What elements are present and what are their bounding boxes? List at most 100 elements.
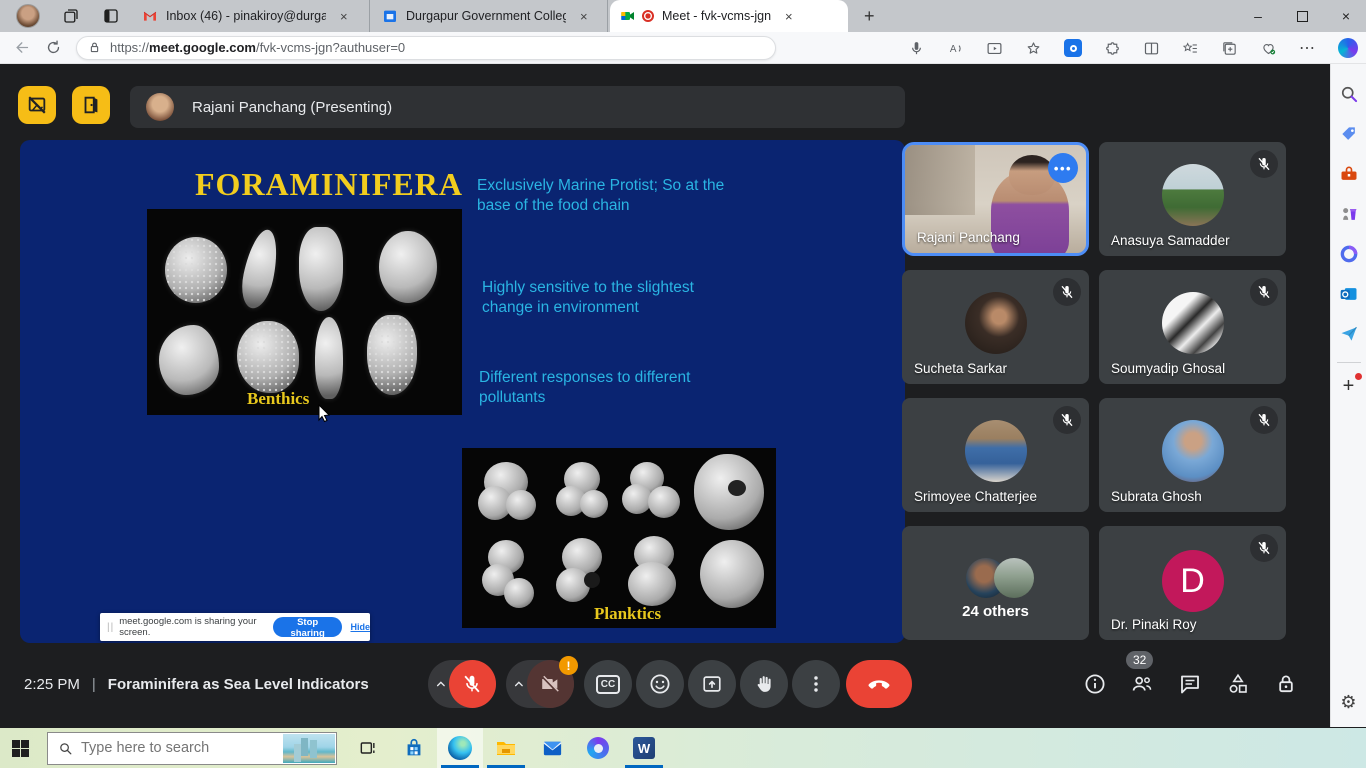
raise-hand-button[interactable]	[740, 660, 788, 708]
notification-dot	[1355, 373, 1362, 380]
refresh-icon[interactable]	[45, 39, 62, 56]
video-popout-icon[interactable]	[986, 40, 1003, 57]
m365-icon	[587, 737, 609, 759]
sidebar-settings-gear-icon[interactable]: ⚙	[1340, 692, 1356, 713]
participant-tile-soumyadip[interactable]: Soumyadip Ghosal	[1099, 270, 1286, 384]
planktics-label: Planktics	[594, 604, 661, 624]
mic-control-group	[428, 660, 496, 708]
copilot-icon[interactable]	[1338, 38, 1358, 58]
tab-meet-active[interactable]: Meet - fvk-vcms-jgn ×	[610, 0, 848, 32]
bing-daily-image[interactable]	[283, 734, 335, 763]
camera-options-chevron-icon[interactable]	[511, 676, 527, 692]
participant-tile-subrata[interactable]: Subrata Ghosh	[1099, 398, 1286, 512]
tab-close-icon[interactable]: ×	[576, 9, 592, 24]
sidebar-games-icon[interactable]	[1339, 204, 1359, 224]
slide-bullet-2: Highly sensitive to the slightest change…	[482, 278, 722, 318]
captions-button[interactable]: CC	[584, 660, 632, 708]
m365-button[interactable]	[575, 728, 621, 768]
tile-more-options-button[interactable]: •••	[1048, 153, 1078, 183]
tab-gmail-inbox[interactable]: Inbox (46) - pinakiroy@durgapur ×	[132, 0, 370, 32]
planktics-image: Planktics	[462, 448, 776, 628]
browser-essentials-icon[interactable]	[1260, 40, 1277, 57]
participant-tile-others[interactable]: 24 others	[902, 526, 1089, 640]
start-button[interactable]	[12, 740, 29, 757]
leave-room-button[interactable]	[72, 86, 110, 124]
close-window-button[interactable]: ×	[1326, 0, 1366, 32]
more-options-button[interactable]	[792, 660, 840, 708]
tab-actions-icon[interactable]	[102, 7, 120, 25]
split-screen-icon[interactable]	[1143, 40, 1160, 57]
tab-college-site[interactable]: Durgapur Government College - ×	[372, 0, 608, 32]
meeting-info: 2:25 PM | Foraminifera as Sea Level Indi…	[24, 676, 369, 693]
restore-button[interactable]	[1282, 0, 1322, 32]
activities-icon[interactable]	[1226, 672, 1250, 696]
taskbar-search[interactable]	[47, 732, 337, 765]
discover-icon[interactable]	[1064, 39, 1082, 57]
back-icon[interactable]	[14, 39, 31, 56]
mail-button[interactable]	[529, 728, 575, 768]
tab-title: Inbox (46) - pinakiroy@durgapur	[166, 9, 326, 23]
presenter-bar[interactable]: Rajani Panchang (Presenting)	[130, 86, 905, 128]
word-button[interactable]: W	[621, 728, 667, 768]
slide-bullet-1: Exclusively Marine Protist; So at the ba…	[477, 176, 757, 216]
host-controls-lock-icon[interactable]	[1274, 672, 1298, 696]
new-tab-button[interactable]: +	[864, 6, 875, 27]
participant-name: Sucheta Sarkar	[914, 361, 1007, 376]
stop-sharing-button[interactable]: Stop sharing	[273, 617, 343, 637]
tab-close-icon[interactable]: ×	[336, 9, 352, 24]
tab-title: Meet - fvk-vcms-jgn	[662, 9, 771, 23]
favorites-list-icon[interactable]	[1182, 40, 1199, 57]
avatar	[965, 420, 1027, 482]
mic-toggle-button[interactable]	[449, 660, 496, 708]
leave-call-button[interactable]	[846, 660, 912, 708]
meeting-details-icon[interactable]	[1083, 672, 1107, 696]
url-scheme: https://	[110, 40, 149, 55]
participant-tile-pinaki[interactable]: D Dr. Pinaki Roy	[1099, 526, 1286, 640]
sidebar-outlook-icon[interactable]	[1339, 284, 1359, 304]
reactions-button[interactable]	[636, 660, 684, 708]
participant-name: Soumyadip Ghosal	[1111, 361, 1225, 376]
url-host: meet.google.com	[149, 40, 256, 55]
edge-icon	[448, 736, 472, 760]
edge-taskbar-button[interactable]	[437, 728, 483, 768]
avatar	[994, 558, 1034, 598]
workspaces-icon[interactable]	[62, 7, 80, 25]
sidebar-shopping-icon[interactable]	[1339, 124, 1359, 144]
store-button[interactable]	[391, 728, 437, 768]
extensions-icon[interactable]	[1104, 40, 1121, 57]
minimize-button[interactable]: –	[1238, 0, 1278, 32]
participant-tile-rajani[interactable]: ••• Rajani Panchang	[902, 142, 1089, 256]
video-background	[905, 145, 975, 215]
sidebar-m365-icon[interactable]	[1339, 244, 1359, 264]
search-input[interactable]	[81, 740, 251, 756]
sidebar-search-icon[interactable]	[1339, 84, 1359, 104]
read-aloud-icon[interactable]: A	[947, 40, 964, 57]
sidebar-customize-button[interactable]: +	[1343, 377, 1355, 395]
settings-more-icon[interactable]: ⋯	[1299, 38, 1316, 58]
participant-tile-sucheta[interactable]: Sucheta Sarkar	[902, 270, 1089, 384]
camera-toggle-button[interactable]: !	[527, 660, 574, 708]
tab-close-icon[interactable]: ×	[781, 9, 797, 24]
site-lock-icon	[87, 40, 102, 55]
present-now-button[interactable]	[688, 660, 736, 708]
participant-name: Anasuya Samadder	[1111, 233, 1230, 248]
hide-share-bar-link[interactable]: Hide	[350, 622, 370, 632]
voice-search-icon[interactable]	[908, 40, 925, 57]
browser-profile-avatar[interactable]	[16, 4, 40, 28]
drag-handle-icon[interactable]: ||	[107, 622, 114, 633]
sidebar-drop-icon[interactable]	[1339, 324, 1359, 344]
avatar	[1162, 164, 1224, 226]
mic-options-chevron-icon[interactable]	[433, 676, 449, 692]
participant-tile-anasuya[interactable]: Anasuya Samadder	[1099, 142, 1286, 256]
file-explorer-button[interactable]	[483, 728, 529, 768]
mic-off-icon	[1250, 150, 1278, 178]
people-panel-icon[interactable]	[1130, 672, 1154, 696]
favorite-star-icon[interactable]	[1025, 40, 1042, 57]
task-view-button[interactable]	[345, 728, 391, 768]
address-bar[interactable]: https://meet.google.com/fvk-vcms-jgn?aut…	[76, 36, 776, 60]
participant-tile-srimoyee[interactable]: Srimoyee Chatterjee	[902, 398, 1089, 512]
collections-icon[interactable]	[1221, 40, 1238, 57]
presentation-off-button[interactable]	[18, 86, 56, 124]
sidebar-tools-icon[interactable]	[1339, 164, 1359, 184]
chat-panel-icon[interactable]	[1178, 672, 1202, 696]
